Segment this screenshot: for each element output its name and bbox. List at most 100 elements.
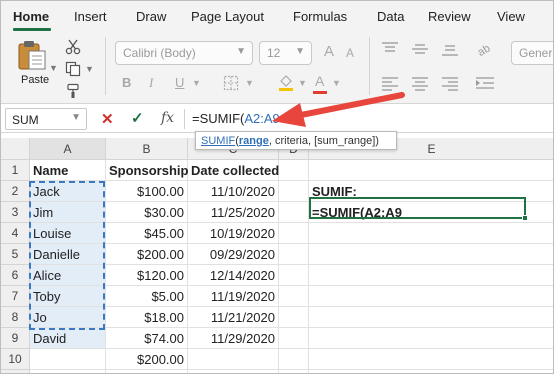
cell-d3[interactable] [279, 202, 309, 223]
tooltip-function-name[interactable]: SUMIF [201, 135, 235, 147]
cell-b1[interactable]: Sponsorship [106, 160, 188, 181]
column-header-a[interactable]: A [30, 138, 106, 160]
cell-e1[interactable] [309, 160, 553, 181]
name-box[interactable]: SUM ▼ [5, 108, 87, 130]
align-bottom-icon[interactable] [441, 41, 459, 57]
cell-e10[interactable] [309, 349, 553, 370]
row-header-2[interactable]: 2 [1, 181, 30, 202]
cell-c4[interactable]: 10/19/2020 [188, 223, 279, 244]
cell-c5[interactable]: 09/29/2020 [188, 244, 279, 265]
font-color-icon[interactable]: A [315, 73, 324, 89]
cell-a1[interactable]: Name [30, 160, 106, 181]
cell-c1[interactable]: Date collected [188, 160, 279, 181]
cell-e7[interactable] [309, 286, 553, 307]
cell-b8[interactable]: $18.00 [106, 307, 188, 328]
cell-a9[interactable]: David [30, 328, 106, 349]
paste-label[interactable]: Paste [21, 74, 49, 86]
tab-review[interactable]: Review [428, 9, 471, 24]
cell-b9[interactable]: $74.00 [106, 328, 188, 349]
cell-d6[interactable] [279, 265, 309, 286]
cell-c6[interactable]: 12/14/2020 [188, 265, 279, 286]
row-header-10[interactable]: 10 [1, 349, 30, 370]
copy-chevron-icon[interactable]: ▼ [85, 64, 94, 74]
cell-d8[interactable] [279, 307, 309, 328]
cell-e6[interactable] [309, 265, 553, 286]
insert-function-icon[interactable]: fx [161, 110, 174, 126]
cell-a10[interactable] [30, 349, 106, 370]
row-header-6[interactable]: 6 [1, 265, 30, 286]
align-top-icon[interactable] [381, 41, 399, 57]
cell-d5[interactable] [279, 244, 309, 265]
cell-c11[interactable] [188, 370, 279, 373]
paste-chevron-icon[interactable]: ▼ [49, 63, 58, 73]
fill-chevron-icon[interactable]: ▼ [298, 78, 307, 88]
tab-formulas[interactable]: Formulas [293, 9, 347, 24]
align-middle-icon[interactable] [411, 41, 429, 57]
cell-e9[interactable] [309, 328, 553, 349]
tab-view[interactable]: View [497, 9, 525, 24]
row-header-9[interactable]: 9 [1, 328, 30, 349]
row-header-7[interactable]: 7 [1, 286, 30, 307]
cell-e8[interactable] [309, 307, 553, 328]
cell-b7[interactable]: $5.00 [106, 286, 188, 307]
row-header-11[interactable]: 11 [1, 370, 30, 373]
cell-e5[interactable] [309, 244, 553, 265]
row-header-4[interactable]: 4 [1, 223, 30, 244]
cell-c2[interactable]: 11/10/2020 [188, 181, 279, 202]
cell-e4[interactable] [309, 223, 553, 244]
cell-b10-total[interactable]: $200.00 [106, 349, 188, 370]
cell-d7[interactable] [279, 286, 309, 307]
row-header-5[interactable]: 5 [1, 244, 30, 265]
tab-page-layout[interactable]: Page Layout [191, 9, 264, 24]
copy-icon[interactable] [65, 61, 81, 77]
row-header-8[interactable]: 8 [1, 307, 30, 328]
font-size-combo[interactable]: 12 ▼ [259, 41, 312, 65]
underline-button[interactable]: U [175, 75, 184, 90]
italic-button[interactable]: I [149, 75, 153, 91]
tab-data[interactable]: Data [377, 9, 404, 24]
cell-b2[interactable]: $100.00 [106, 181, 188, 202]
cell-b5[interactable]: $200.00 [106, 244, 188, 265]
bold-button[interactable]: B [122, 75, 131, 90]
font-name-combo[interactable]: Calibri (Body) ▼ [115, 41, 253, 65]
number-format-combo[interactable]: Gener [511, 41, 553, 65]
row-header-3[interactable]: 3 [1, 202, 30, 223]
borders-icon[interactable] [223, 75, 239, 91]
cell-c9[interactable]: 11/29/2020 [188, 328, 279, 349]
paste-icon[interactable] [17, 39, 47, 71]
decrease-font-icon[interactable]: A [346, 46, 354, 60]
tab-home[interactable]: Home [13, 9, 49, 24]
cell-d11[interactable] [279, 370, 309, 373]
align-center-icon[interactable] [411, 75, 429, 91]
tab-draw[interactable]: Draw [136, 9, 166, 24]
cell-e11[interactable] [309, 370, 553, 373]
cell-a11[interactable] [30, 370, 106, 373]
cell-b11[interactable] [106, 370, 188, 373]
cell-c7[interactable]: 11/19/2020 [188, 286, 279, 307]
fill-handle[interactable] [522, 215, 528, 221]
cell-b3[interactable]: $30.00 [106, 202, 188, 223]
cancel-icon[interactable]: ✕ [101, 110, 114, 128]
cell-c8[interactable]: 11/21/2020 [188, 307, 279, 328]
indent-icon[interactable] [475, 75, 495, 91]
cell-d10[interactable] [279, 349, 309, 370]
cell-d1[interactable] [279, 160, 309, 181]
increase-font-icon[interactable]: A [324, 43, 334, 60]
font-color-chevron-icon[interactable]: ▼ [332, 78, 341, 88]
borders-chevron-icon[interactable]: ▼ [245, 78, 254, 88]
select-all-corner[interactable] [1, 138, 30, 160]
format-painter-icon[interactable] [65, 83, 81, 99]
cell-b4[interactable]: $45.00 [106, 223, 188, 244]
enter-check-icon[interactable]: ✓ [131, 109, 144, 127]
align-right-icon[interactable] [441, 75, 459, 91]
underline-chevron-icon[interactable]: ▼ [192, 78, 201, 88]
tab-insert[interactable]: Insert [74, 9, 107, 24]
column-header-b[interactable]: B [106, 138, 188, 160]
cell-c10[interactable] [188, 349, 279, 370]
cell-b6[interactable]: $120.00 [106, 265, 188, 286]
cell-c3[interactable]: 11/25/2020 [188, 202, 279, 223]
row-header-1[interactable]: 1 [1, 160, 30, 181]
cell-d4[interactable] [279, 223, 309, 244]
cell-d9[interactable] [279, 328, 309, 349]
orientation-icon[interactable]: ab [475, 41, 495, 57]
